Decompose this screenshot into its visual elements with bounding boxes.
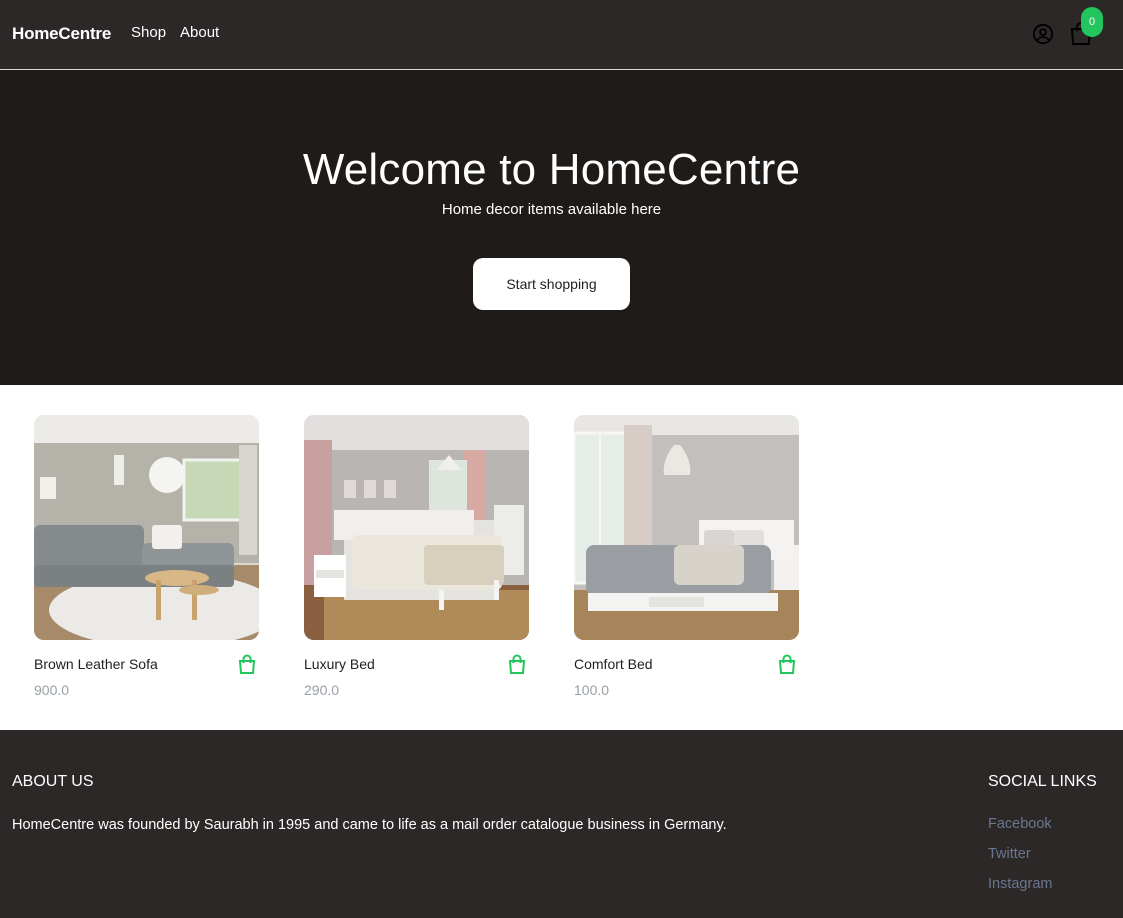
product-price: 290.0 (304, 682, 340, 698)
hero-title: Welcome to HomeCentre (302, 145, 801, 194)
facebook-link[interactable]: Facebook (988, 816, 1052, 832)
sofa-room-photo[interactable] (34, 415, 259, 640)
twitter-link[interactable]: Twitter (988, 846, 1031, 862)
nav-about[interactable]: About (180, 24, 219, 41)
product-price: 900.0 (34, 682, 70, 698)
product-card[interactable]: Brown Leather Sofa 900.0 (34, 415, 259, 705)
add-to-cart-bag-icon[interactable] (238, 654, 256, 674)
instagram-link[interactable]: Instagram (988, 876, 1052, 892)
product-name: Comfort Bed (574, 656, 653, 672)
start-shopping-button[interactable]: Start shopping (473, 258, 630, 310)
bedroom-photo[interactable] (574, 415, 799, 640)
navbar: HomeCentre Shop About 0 (0, 0, 1123, 70)
product-card[interactable]: Luxury Bed 290.0 (304, 415, 529, 705)
footer: ABOUT US HomeCentre was founded by Saura… (0, 730, 1123, 918)
about-us-heading: ABOUT US (12, 773, 94, 790)
user-circle-icon[interactable] (1031, 22, 1055, 46)
product-name: Brown Leather Sofa (34, 656, 158, 672)
hero-section: Welcome to HomeCentre Home decor items a… (0, 70, 1123, 385)
add-to-cart-bag-icon[interactable] (508, 654, 526, 674)
product-name: Luxury Bed (304, 656, 375, 672)
about-us-text: HomeCentre was founded by Saurabh in 199… (12, 817, 727, 833)
nav-shop[interactable]: Shop (131, 24, 166, 41)
product-card[interactable]: Comfort Bed 100.0 (574, 415, 799, 705)
cart-count-badge: 0 (1081, 7, 1103, 37)
product-price: 100.0 (574, 682, 610, 698)
product-grid: Brown Leather Sofa 900.0 Luxury Bed 290.… (0, 385, 1123, 730)
hero-subtitle: Home decor items available here (441, 201, 662, 218)
social-links-heading: SOCIAL LINKS (988, 773, 1097, 790)
add-to-cart-bag-icon[interactable] (778, 654, 796, 674)
bedroom-photo[interactable] (304, 415, 529, 640)
brand-logo[interactable]: HomeCentre (12, 24, 111, 44)
